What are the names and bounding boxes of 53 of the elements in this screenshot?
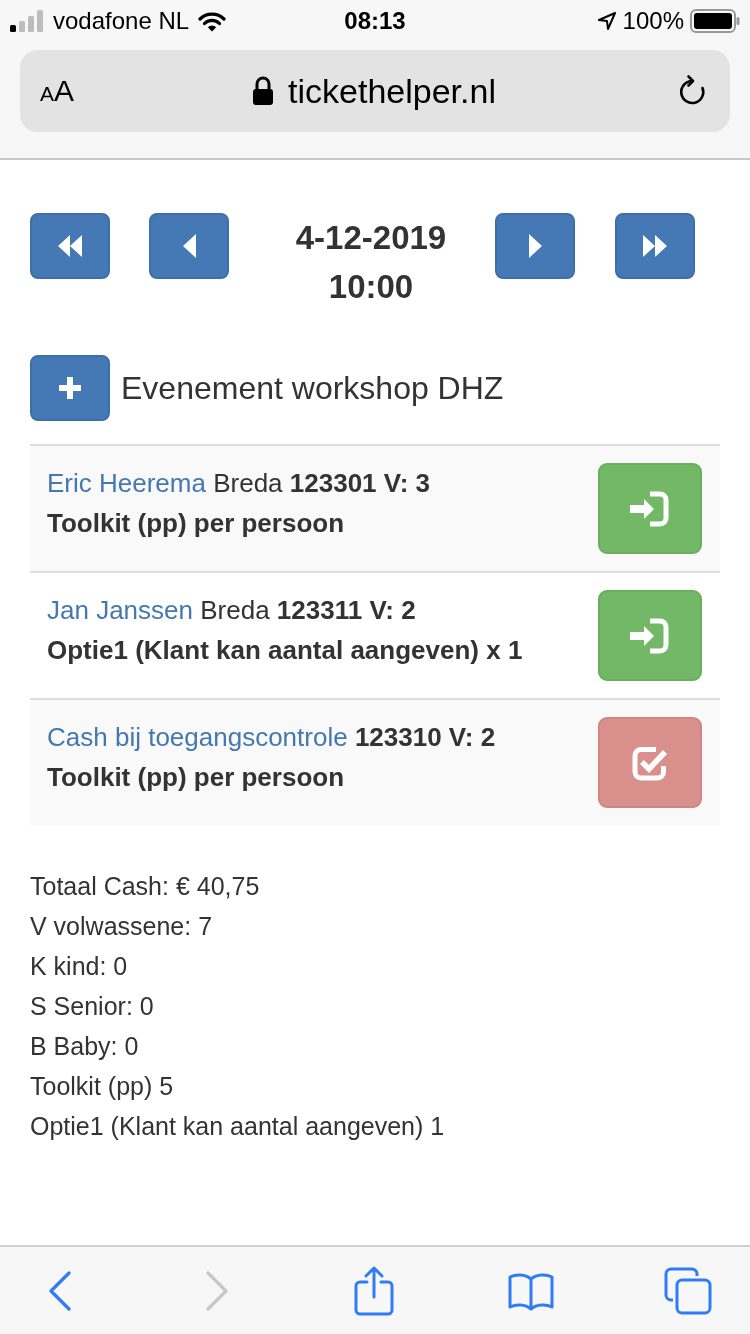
text-size-button[interactable]: AA — [40, 74, 75, 108]
product-text: Toolkit (pp) per persoon — [47, 507, 346, 540]
last-button[interactable] — [615, 213, 695, 279]
share-icon — [354, 1265, 394, 1316]
date-text: 4-12-2019 — [295, 218, 447, 258]
arrow-into-bracket-icon — [630, 490, 670, 527]
battery-icon — [690, 9, 740, 33]
right-triangle-icon — [528, 234, 542, 258]
tabs-icon — [664, 1266, 712, 1315]
ticket-number: 123301 V: 3 — [289, 468, 431, 498]
city-text: Breda — [200, 595, 270, 625]
ticket-number: 123310 V: 2 — [354, 722, 496, 752]
chevron-right-icon — [206, 1270, 228, 1311]
check-in-button[interactable] — [598, 590, 702, 681]
book-icon — [508, 1270, 554, 1311]
clock-text: 08:13 — [344, 7, 406, 35]
ticket-number: 123311 V: 2 — [276, 595, 416, 625]
product-text: Optie1 (Klant kan aantal aangeven) x 1 — [47, 634, 524, 667]
event-title: Evenement workshop DHZ — [121, 369, 504, 407]
summary-line: Totaal Cash: € 40,75 — [30, 871, 261, 902]
checkbox-icon — [632, 744, 668, 781]
summary-line: K kind: 0 — [30, 951, 129, 982]
arrow-into-bracket-icon — [630, 617, 670, 654]
summary-line: B Baby: 0 — [30, 1031, 140, 1062]
signal-icon — [10, 10, 44, 32]
paid-button[interactable] — [598, 717, 702, 808]
city-text: Breda — [213, 468, 283, 498]
chevron-left-icon — [49, 1270, 71, 1311]
summary-line: Optie1 (Klant kan aantal aangeven) 1 — [30, 1111, 446, 1142]
double-left-triangle-icon — [58, 234, 82, 258]
first-button[interactable] — [30, 213, 110, 279]
lock-icon — [252, 76, 275, 106]
product-text: Toolkit (pp) per persoon — [47, 761, 346, 794]
summary-line: S Senior: 0 — [30, 991, 155, 1022]
customer-link[interactable]: Cash bij toegangscontrole — [47, 722, 348, 752]
battery-percent-text: 100% — [622, 7, 684, 35]
summary-line: V volwassene: 7 — [30, 911, 214, 942]
customer-link[interactable]: Jan Janssen — [47, 595, 193, 625]
previous-button[interactable] — [149, 213, 229, 279]
carrier-text: vodafone NL — [53, 7, 190, 35]
add-button[interactable] — [30, 355, 110, 421]
address-bar[interactable]: AA tickethelper.nl — [20, 50, 730, 132]
location-arrow-icon — [596, 11, 617, 31]
customer-link[interactable]: Eric Heerema — [47, 468, 206, 498]
next-button[interactable] — [495, 213, 575, 279]
wifi-icon — [198, 10, 227, 32]
check-in-button[interactable] — [598, 463, 702, 554]
left-triangle-icon — [182, 234, 196, 258]
summary-line: Toolkit (pp) 5 — [30, 1071, 175, 1102]
plus-icon — [59, 377, 81, 399]
time-text: 10:00 — [328, 267, 414, 307]
url-text[interactable]: tickethelper.nl — [288, 71, 496, 111]
double-right-triangle-icon — [643, 234, 667, 258]
